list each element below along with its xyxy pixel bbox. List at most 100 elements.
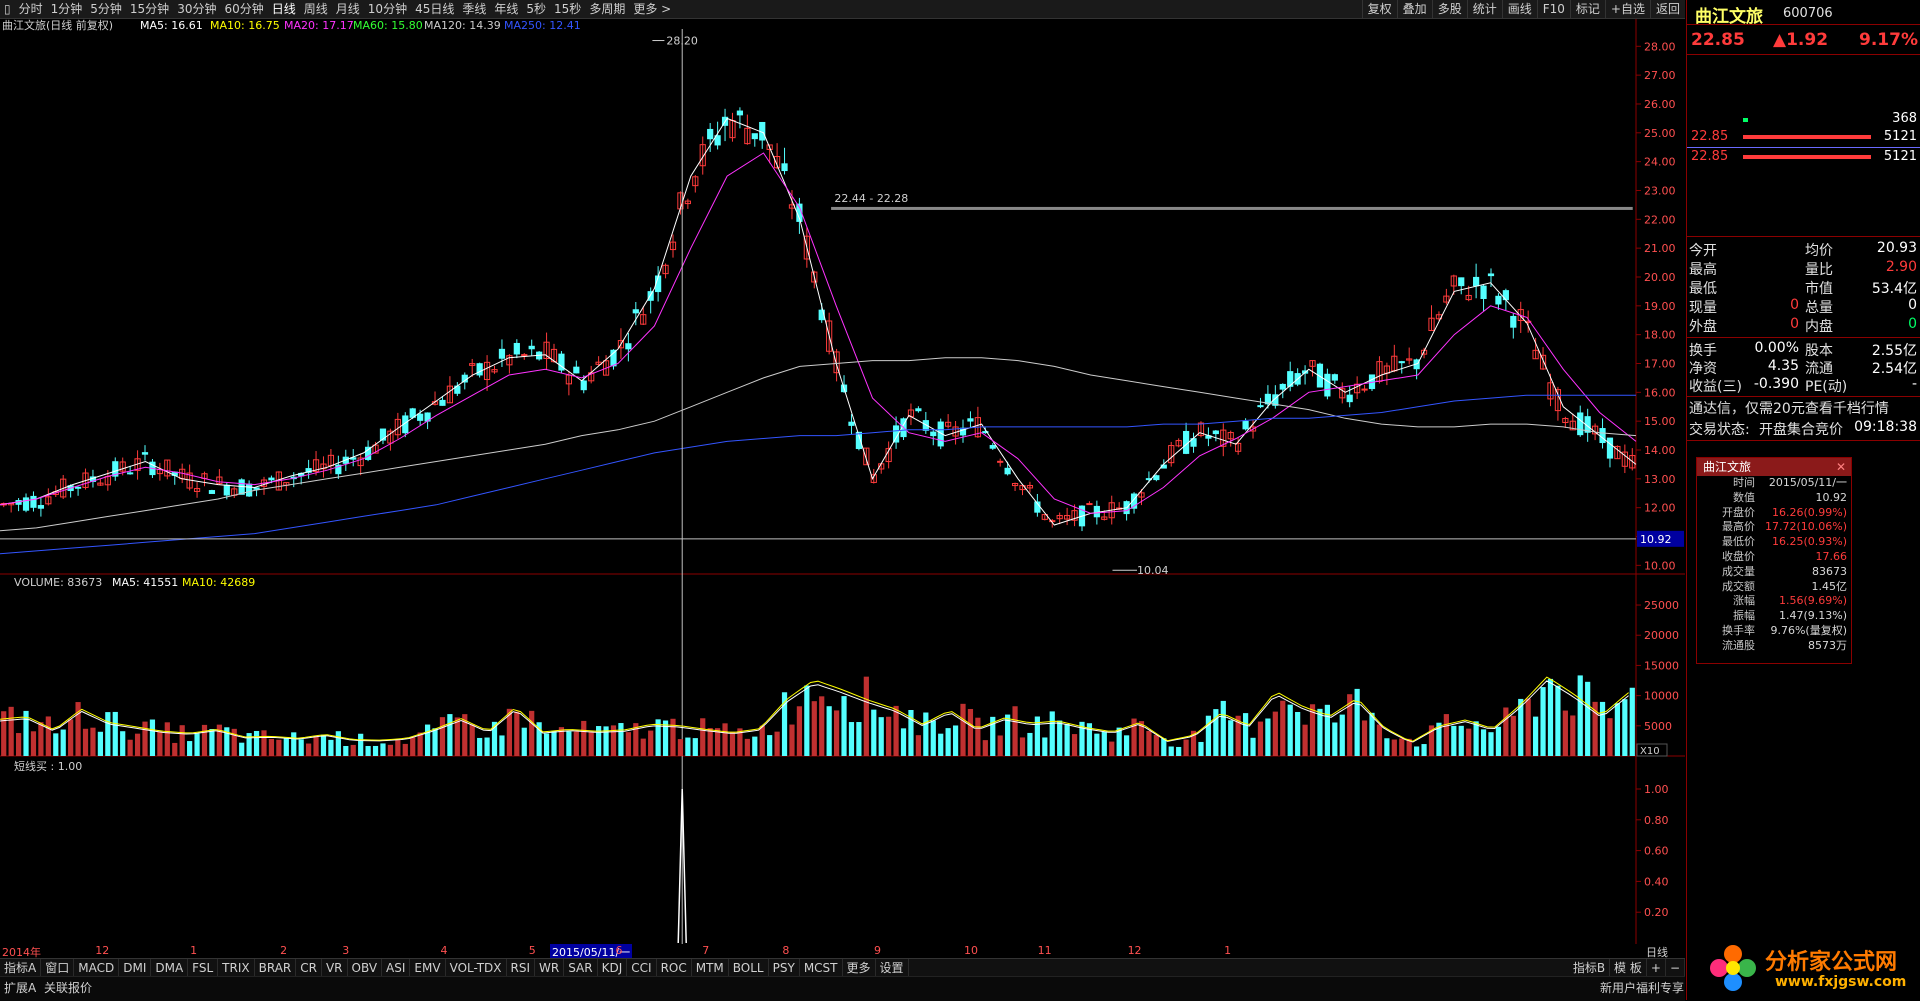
period-tab-4[interactable]: 30分钟 (173, 0, 220, 18)
indicator-tab-0[interactable]: 指标A (0, 959, 42, 977)
indicator-tab-6[interactable]: TRIX (218, 959, 255, 977)
volume-bar (982, 740, 988, 756)
indicator-tab-20[interactable]: MTM (692, 959, 729, 977)
candle-body (223, 484, 230, 496)
tool-button-4[interactable]: 画线 (1501, 0, 1537, 18)
indicator-tab-11[interactable]: ASI (382, 959, 411, 977)
candle-body (1086, 503, 1093, 506)
tool-button-6[interactable]: 标记 (1569, 0, 1605, 18)
x-axis-label: 4 (440, 944, 448, 957)
volume-bar (707, 728, 713, 756)
volume-bar (1361, 720, 1368, 756)
period-tab-9[interactable]: 10分钟 (364, 0, 411, 18)
new-user-promo-link[interactable]: 新用户福利专享 (1600, 979, 1684, 996)
indicator-tab-9[interactable]: VR (322, 959, 348, 977)
volume-bar (774, 731, 780, 756)
bottom-right-button-1[interactable]: 模 板 (1610, 959, 1647, 977)
tool-button-5[interactable]: F10 (1536, 0, 1570, 18)
related-quote-tab[interactable]: 关联报价 (44, 979, 92, 996)
indicator-tab-25[interactable]: 设置 (876, 959, 909, 977)
indicator-tab-14[interactable]: RSI (507, 959, 536, 977)
indicator-tab-24[interactable]: 更多 (843, 959, 876, 977)
indicator-tab-2[interactable]: MACD (74, 959, 120, 977)
price-tick-label: 27.00 (1644, 69, 1676, 82)
period-tab-13[interactable]: 5秒 (522, 0, 550, 18)
indicator-tab-22[interactable]: PSY (769, 959, 800, 977)
chart-area[interactable]: 曲江文旅(日线 前复权) MA5: 16.61 MA10: 16.75 MA20: 1… (0, 18, 1685, 945)
tool-button-3[interactable]: 统计 (1466, 0, 1502, 18)
close-icon[interactable]: ✕ (1836, 458, 1846, 476)
volume-bar (1585, 681, 1591, 756)
volume-bar (1369, 712, 1375, 756)
bottom-right-button-2[interactable]: + (1647, 959, 1666, 977)
period-tab-6[interactable]: 日线 (268, 0, 300, 18)
indicator-tab-15[interactable]: WR (535, 959, 565, 977)
indicator-tab-18[interactable]: CCI (627, 959, 657, 977)
tool-button-0[interactable]: 复权 (1361, 0, 1397, 18)
stat-stats2-1-v1: 4.35 (1767, 358, 1799, 374)
indicator-tab-21[interactable]: BOLL (729, 959, 769, 977)
period-tab-2[interactable]: 5分钟 (86, 0, 126, 18)
indicator-tab-4[interactable]: DMA (151, 959, 189, 977)
indicator-tab-12[interactable]: EMV (410, 959, 446, 977)
indicator-tab-3[interactable]: DMI (119, 959, 152, 977)
x-axis-label: 12 (95, 944, 110, 957)
volume-bar (164, 722, 170, 756)
volume-bar (53, 733, 59, 756)
info-row: 开盘价 16.26(0.99%) (1697, 506, 1851, 521)
promo-link[interactable]: 通达信，仅需20元查看千档行情 (1689, 398, 1889, 418)
indicator-tab-23[interactable]: MCST (800, 959, 843, 977)
period-tab-12[interactable]: 年线 (490, 0, 522, 18)
period-tab-8[interactable]: 月线 (332, 0, 364, 18)
stat-stats2-0-k2: 股本 (1805, 343, 1833, 359)
menu-icon[interactable]: ▯ (0, 0, 15, 18)
volume-bar (648, 730, 654, 756)
indicator-tab-10[interactable]: OBV (348, 959, 383, 977)
candle-body (439, 399, 446, 406)
period-tab-3[interactable]: 15分钟 (126, 0, 173, 18)
period-tab-5[interactable]: 60分钟 (220, 0, 267, 18)
bar-info-popup[interactable]: 曲江文旅 ✕ 时间 2015/05/11/一 数值 10.92 开盘价 16.26(0.9… (1696, 457, 1852, 664)
volume-bar (789, 724, 795, 756)
indicator-tab-13[interactable]: VOL-TDX (446, 959, 507, 977)
volume-bar (625, 732, 631, 756)
indicator-tab-5[interactable]: FSL (188, 959, 219, 977)
period-tab-7[interactable]: 周线 (300, 0, 332, 18)
volume-bar (640, 738, 646, 756)
volume-bar (677, 739, 684, 756)
indicator-tab-1[interactable]: 窗口 (41, 959, 75, 977)
tool-button-2[interactable]: 多股 (1431, 0, 1467, 18)
info-value: 10.92 (1815, 490, 1848, 504)
price-tick-label: 28.00 (1644, 40, 1676, 53)
volume-bar (670, 718, 676, 756)
stat-stats2-1-k2: 流通 (1805, 361, 1833, 377)
period-tab-16[interactable]: 更多 > (629, 0, 675, 18)
period-tab-10[interactable]: 45日线 (411, 0, 458, 18)
indicator-tab-7[interactable]: BRAR (255, 959, 297, 977)
bottom-right-button-3[interactable]: − (1666, 959, 1685, 977)
x-axis-label: 11 (1037, 944, 1052, 957)
period-tab-14[interactable]: 15秒 (550, 0, 585, 18)
volume-bar (201, 724, 208, 756)
period-tab-11[interactable]: 季线 (458, 0, 490, 18)
tool-button-1[interactable]: 叠加 (1396, 0, 1432, 18)
period-tab-1[interactable]: 1分钟 (47, 0, 87, 18)
tool-button-7[interactable]: +自选 (1604, 0, 1650, 18)
indicator-tab-17[interactable]: KDJ (598, 959, 628, 977)
volume-bar (551, 730, 557, 756)
kline-chart-svg[interactable]: 曲江文旅(日线 前复权) MA5: 16.61 MA10: 16.75 MA20: 1… (0, 18, 1685, 945)
info-popup-header[interactable]: 曲江文旅 ✕ (1697, 458, 1851, 476)
volume-bar (930, 720, 936, 756)
info-value: 1.56(9.69%) (1778, 594, 1847, 608)
info-key: 开盘价 (1722, 505, 1755, 519)
indicator-tab-19[interactable]: ROC (657, 959, 692, 977)
period-tab-15[interactable]: 多周期 (585, 0, 629, 18)
expand-a-tab[interactable]: 扩展A (4, 979, 36, 996)
indicator-tab-8[interactable]: CR (296, 959, 322, 977)
bottom-right-button-0[interactable]: 指标B (1569, 959, 1611, 977)
indicator-tab-16[interactable]: SAR (564, 959, 598, 977)
period-tab-0[interactable]: 分时 (15, 0, 47, 18)
candle-body (37, 505, 45, 509)
tool-button-8[interactable]: 返回 (1649, 0, 1685, 18)
info-key: 数值 (1733, 490, 1755, 504)
